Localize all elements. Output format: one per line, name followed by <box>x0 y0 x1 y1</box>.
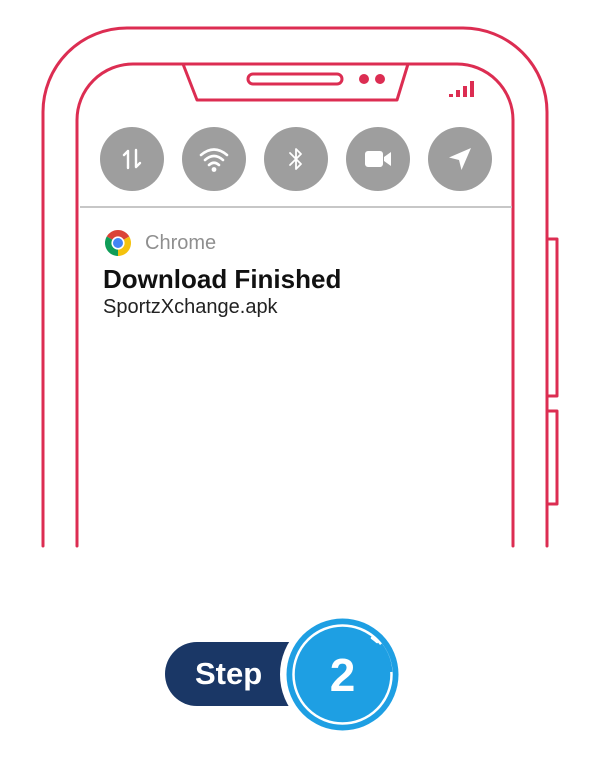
notification-title: Download Finished <box>103 264 342 294</box>
notification-body: SportzXchange.apk <box>103 296 278 318</box>
wifi-icon <box>199 148 229 172</box>
step-label: Step <box>195 656 263 691</box>
location-arrow-icon <box>449 148 471 170</box>
step-number: 2 <box>329 648 356 701</box>
data-transfer-icon <box>122 148 142 170</box>
bluetooth-toggle[interactable] <box>264 127 328 191</box>
video-camera-icon <box>365 151 391 167</box>
quick-settings-row <box>100 127 492 191</box>
video-camera-toggle[interactable] <box>346 127 410 191</box>
location-toggle[interactable] <box>428 127 492 191</box>
signal-bars-icon <box>449 81 474 97</box>
camera-dots-icon <box>359 74 385 84</box>
speaker-slot-icon <box>246 72 344 86</box>
step-badge: Step 2 <box>165 612 405 737</box>
notification-app-name: Chrome <box>145 231 217 254</box>
chrome-icon <box>104 229 132 256</box>
quick-settings-divider <box>80 206 512 208</box>
wifi-toggle[interactable] <box>182 127 246 191</box>
bluetooth-icon <box>289 148 302 170</box>
notification-header: Chrome <box>103 228 503 258</box>
download-notification[interactable]: Chrome Download Finished SportzXchange.a… <box>103 228 503 320</box>
data-transfer-toggle[interactable] <box>100 127 164 191</box>
